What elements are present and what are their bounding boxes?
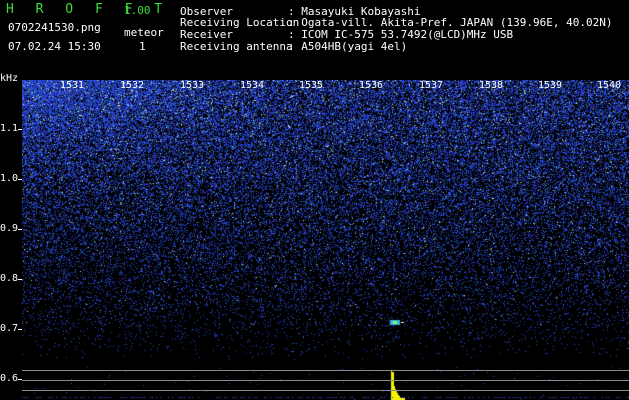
- file-name: 0702241530.png: [8, 21, 101, 34]
- reference-line: [22, 380, 629, 381]
- meteor-label: meteor: [124, 26, 164, 39]
- time-tick-label: 1533: [180, 80, 205, 91]
- location-value: : Ogata-vill. Akita-Pref. JAPAN (139.96E…: [288, 16, 613, 29]
- y-tick-mark: [18, 279, 22, 280]
- y-tick-mark: [18, 179, 22, 180]
- antenna-label: Receiving antenna: [180, 40, 293, 53]
- reference-line: [22, 390, 629, 391]
- meteor-count: 1: [139, 40, 146, 53]
- time-tick-label: 1531: [60, 80, 85, 91]
- receiver-value: : ICOM IC-575 53.7492(@LCD)MHz USB: [288, 28, 514, 41]
- y-axis-unit: kHz: [0, 73, 19, 84]
- y-tick-label: 0.6: [0, 373, 19, 384]
- time-tick-label: 1536: [359, 80, 384, 91]
- time-tick-label: 1537: [419, 80, 444, 91]
- time-tick-label: 1532: [120, 80, 145, 91]
- time-tick-label: 1535: [299, 80, 324, 91]
- y-tick-label: 0.7: [0, 323, 19, 334]
- location-label: Receiving Location: [180, 16, 300, 29]
- app-version: 1.00: [124, 4, 151, 17]
- antenna-value: : A504HB(yagi 4el): [288, 40, 408, 53]
- y-tick-mark: [18, 229, 22, 230]
- time-tick-label: 1540: [597, 80, 622, 91]
- reference-line: [22, 370, 629, 371]
- y-tick-label: 1.1: [0, 123, 19, 134]
- y-tick-mark: [18, 129, 22, 130]
- time-tick-label: 1534: [240, 80, 265, 91]
- spectrogram-canvas: [22, 80, 629, 400]
- y-tick-label: 0.8: [0, 273, 19, 284]
- file-datetime: 07.02.24 15:30: [8, 40, 101, 53]
- y-tick-label: 0.9: [0, 223, 19, 234]
- y-tick-label: 1.0: [0, 173, 19, 184]
- time-tick-label: 1538: [479, 80, 504, 91]
- receiver-label: Receiver: [180, 28, 233, 41]
- y-tick-mark: [18, 329, 22, 330]
- time-tick-label: 1539: [538, 80, 563, 91]
